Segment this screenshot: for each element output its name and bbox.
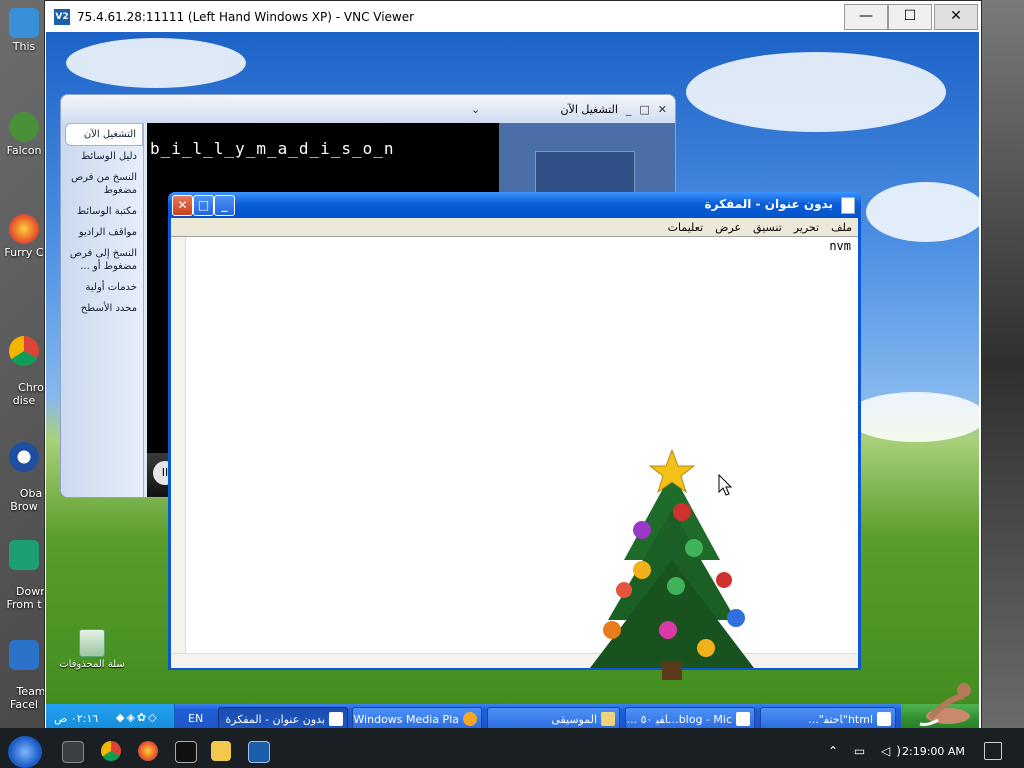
host-icon-this-pc[interactable]: This [2,8,46,53]
sidebar-item-burn[interactable]: النسخ إلى فرص مضغوط أو ... [61,243,143,277]
document-icon [877,712,891,726]
sky-cloud [66,38,246,88]
sidebar-item-now-playing[interactable]: التشغيل الآن [65,123,143,146]
host-icon-obama[interactable]: Oba Brow [2,416,46,526]
vnc-close-button[interactable]: ✕ [934,4,978,30]
notification-icon[interactable] [984,742,1002,760]
host-icon-label: Down From t [6,585,46,611]
taskbar-button-label: html"ﺎﺣﺘﻔ"... [808,713,873,726]
taskbar-button-label: بدون عنوان - المفكرة [225,713,325,726]
xp-tray-icons[interactable]: ◆◈✿◇ [116,711,159,724]
host-icon-falcon[interactable]: Falcon [2,112,46,157]
menu-file[interactable]: ملف [831,221,852,234]
media-player-titlebar[interactable]: ⌄ التشغيل الآن _ □ ✕ [61,95,675,123]
notepad-maximize-button[interactable]: □ [193,195,214,216]
sky-cloud [846,392,979,442]
sidebar-item-library[interactable]: مكتبة الوسائط [61,201,143,222]
taskbar-button-label: Windows Media Pla... [353,713,459,726]
host-icon-label: Chro dise [12,381,44,407]
notepad-minimize-button[interactable]: _ [214,195,235,216]
sidebar-item-skin-chooser[interactable]: محدد الأسطح [61,298,143,319]
task-view-icon[interactable] [62,741,84,763]
now-playing-text: b_i_l_l_y_m_a_d_i_s_o_n [150,139,395,158]
calculator-icon[interactable] [175,741,197,763]
sky-cloud [686,52,946,132]
host-icon-firefox[interactable]: Furry C [2,214,46,259]
menu-help[interactable]: تعليمات [668,221,703,234]
media-player-sidebar: التشغيل الآن دليل الوسائط النسخ من فرص م… [61,123,144,497]
notepad-close-button[interactable]: ✕ [172,195,193,216]
menu-view[interactable]: عرض [715,221,741,234]
notepad-titlebar[interactable]: ✕ □ _ بدون عنوان - المفكرة [168,192,861,218]
media-player-title: التشغيل الآن [560,102,618,116]
taskbar-button-label: blog - Mic...ﺎﻔﻴ ٥٠ ... [626,713,732,726]
host-icon-team[interactable]: Team Facel [2,614,46,724]
host-icon-label: Falcon [6,144,42,157]
host-icon-download[interactable]: Down From t [2,514,46,624]
vnc-viewer-window: V2 75.4.61.28:11111 (Left Hand Windows X… [44,0,982,736]
mouse-cursor-icon [718,474,732,496]
start-mascot-icon [919,683,971,726]
firefox-icon[interactable] [138,741,158,761]
notepad-title: بدون عنوان - المفكرة [704,197,833,211]
sky-cloud [866,182,979,242]
remote-xp-desktop[interactable]: ⌄ التشغيل الآن _ □ ✕ التشغيل الآن دليل ا… [46,32,979,734]
media-player-icon [463,712,477,726]
xp-clock[interactable]: ٠٢:١٦ ص [54,712,98,725]
vnc-app-icon: V2 [54,8,70,25]
notepad-content: nvm [829,239,851,253]
chrome-icon [9,336,39,366]
sidebar-item-rip-cd[interactable]: النسخ من فرص مضغوط [61,167,143,201]
notepad-icon [329,712,343,726]
host-desktop-icons: This Falcon Furry C Chro dise Oba Brow D… [0,0,46,728]
vertical-scrollbar[interactable] [171,237,186,653]
download-icon [9,540,39,570]
notepad-document-icon [841,197,855,214]
media-player-close-button[interactable]: ✕ [658,103,667,116]
vnc-maximize-button[interactable]: ☐ [888,4,932,30]
sidebar-item-radio[interactable]: مواقف الراديو [61,222,143,243]
chevron-down-icon[interactable]: ⌄ [471,103,480,116]
host-tray-icons[interactable]: ⌃ ▭ ◁) [828,744,907,758]
host-icon-label: This [12,40,36,53]
christmas-tree-icon [590,450,754,680]
file-explorer-icon[interactable] [211,741,231,761]
recycle-bin[interactable]: سلة المحذوفات [58,629,126,670]
notepad-menubar: ملف تحرير تنسيق عرض تعليمات [171,218,858,236]
falcon-icon [9,112,39,142]
vnc-titlebar[interactable]: V2 75.4.61.28:11111 (Left Hand Windows X… [45,1,981,32]
recycle-bin-label: سلة المحذوفات [59,659,125,670]
host-desktop-right-strip [980,0,1024,728]
folder-icon [601,712,615,726]
host-icon-label: Team Facel [10,685,46,711]
media-player-minimize-button[interactable]: _ [626,103,632,116]
vnc-window-title: 75.4.61.28:11111 (Left Hand Windows XP) … [77,9,415,24]
media-player-maximize-button[interactable]: □ [639,103,649,116]
recycle-bin-icon [79,629,105,657]
vnc-viewer-taskbar-icon[interactable] [248,741,270,763]
host-icon-label: Oba Brow [10,487,43,513]
chrome-icon[interactable] [101,741,121,761]
computer-icon [9,8,39,38]
firefox-icon [9,214,39,244]
sidebar-item-premium-services[interactable]: خدمات أولية [61,277,143,298]
host-icon-label: Furry C [4,246,44,259]
language-indicator[interactable]: EN [188,712,203,725]
gear-icon [9,640,39,670]
host-clock[interactable]: 2:19:00 AM [902,745,965,758]
obama-icon [9,442,39,472]
host-icon-chrome[interactable]: Chro dise [2,310,46,420]
sidebar-item-media-guide[interactable]: دليل الوسائط [61,146,143,167]
vnc-minimize-button[interactable]: — [844,4,888,30]
document-icon [736,712,750,726]
windows-start-icon[interactable] [8,736,42,768]
taskbar-button-label: الموسيقى [551,713,597,726]
menu-edit[interactable]: تحرير [794,221,819,234]
menu-format[interactable]: تنسيق [753,221,782,234]
